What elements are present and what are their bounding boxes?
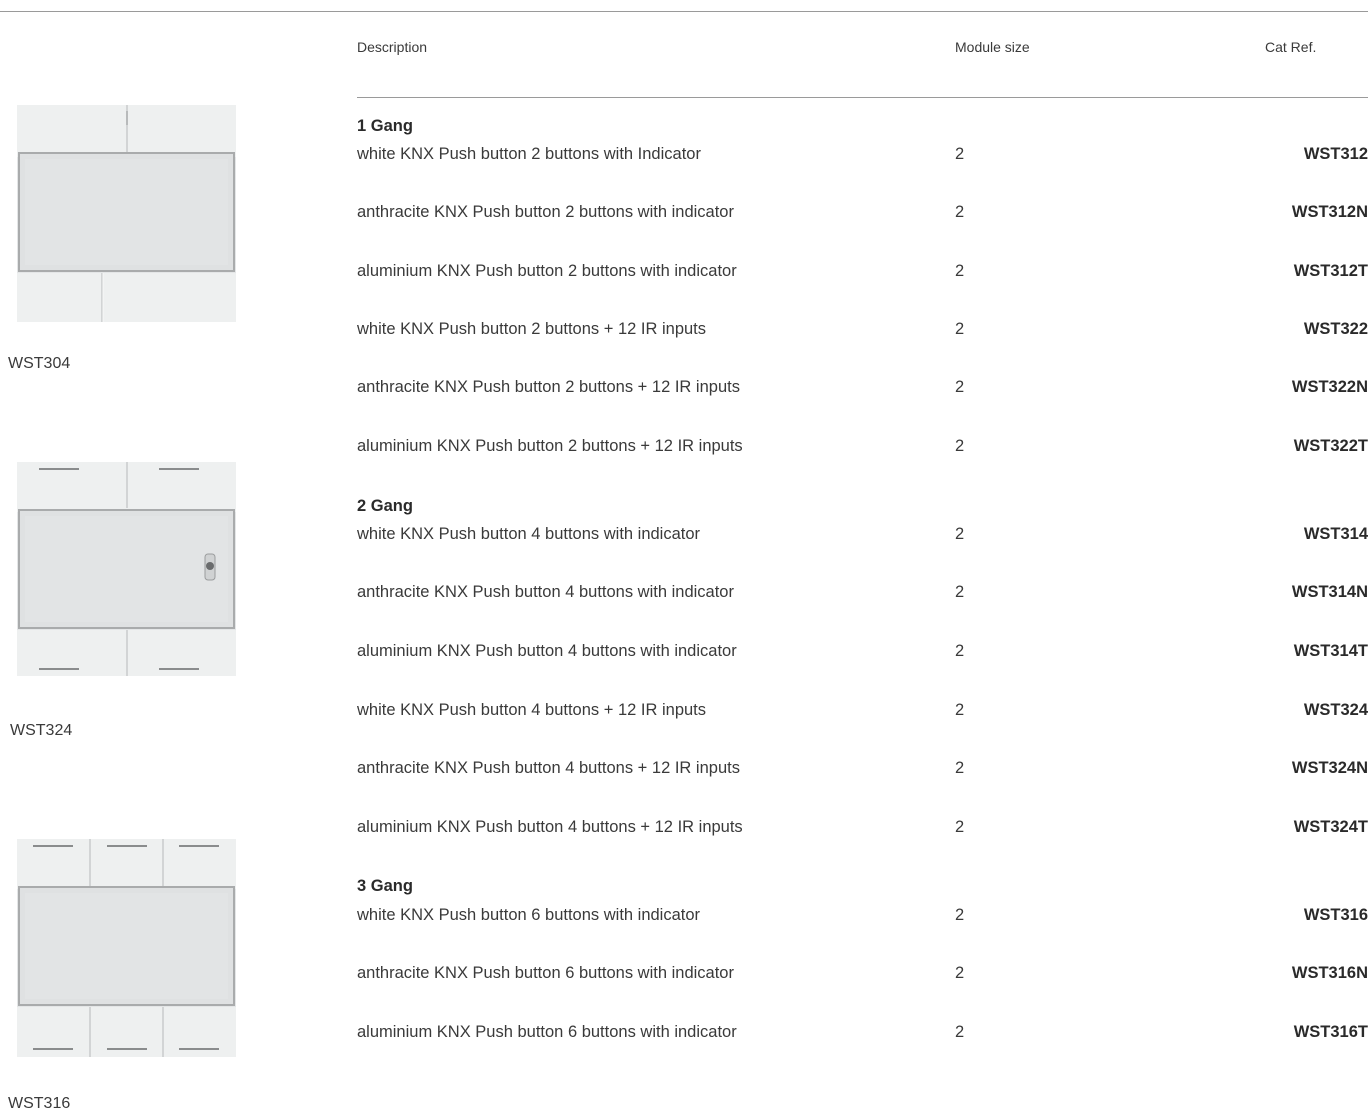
table-row: aluminium KNX Push button 2 buttons + 12… xyxy=(357,437,1368,457)
table-row: white KNX Push button 6 buttons with ind… xyxy=(357,906,1368,926)
table-row: anthracite KNX Push button 2 buttons wit… xyxy=(357,203,1368,223)
row-module-size: 2 xyxy=(955,701,965,719)
row-description: aluminium KNX Push button 2 buttons with… xyxy=(357,262,737,280)
row-cat-ref: WST316T xyxy=(1293,1023,1368,1041)
row-cat-ref: WST312N xyxy=(1291,203,1368,221)
row-cat-ref: WST324N xyxy=(1291,759,1368,777)
row-description: anthracite KNX Push button 4 buttons wit… xyxy=(357,583,734,601)
group-title-1-gang: 1 Gang xyxy=(357,117,413,135)
row-description: white KNX Push button 4 buttons with ind… xyxy=(357,525,701,543)
row-cat-ref: WST316N xyxy=(1291,964,1368,982)
top-divider xyxy=(0,11,1368,12)
row-cat-ref: WST314 xyxy=(1303,525,1368,543)
row-description: white KNX Push button 6 buttons with ind… xyxy=(357,906,701,924)
table-row: anthracite KNX Push button 2 buttons + 1… xyxy=(357,378,1368,398)
row-cat-ref: WST314T xyxy=(1293,642,1368,660)
table-row: white KNX Push button 2 buttons with Ind… xyxy=(357,145,1368,165)
row-module-size: 2 xyxy=(955,964,965,982)
push-button-4-ir-icon xyxy=(17,462,236,676)
row-description: anthracite KNX Push button 2 buttons + 1… xyxy=(357,378,740,396)
image-caption: WST304 xyxy=(8,355,71,372)
row-cat-ref: WST324T xyxy=(1293,818,1368,836)
row-cat-ref: WST312 xyxy=(1303,145,1368,163)
row-module-size: 2 xyxy=(955,642,965,660)
row-description: aluminium KNX Push button 6 buttons with… xyxy=(357,1023,737,1041)
row-module-size: 2 xyxy=(955,525,965,543)
product-image-wst316 xyxy=(17,839,236,1057)
push-button-6-icon xyxy=(17,839,236,1057)
row-description: aluminium KNX Push button 2 buttons + 12… xyxy=(357,437,743,455)
table-row: anthracite KNX Push button 4 buttons + 1… xyxy=(357,759,1368,779)
table-row: aluminium KNX Push button 4 buttons + 12… xyxy=(357,818,1368,838)
product-image-wst304 xyxy=(17,105,236,322)
table-row: anthracite KNX Push button 4 buttons wit… xyxy=(357,583,1368,603)
table-row: aluminium KNX Push button 2 buttons with… xyxy=(357,262,1368,282)
header-description: Description xyxy=(357,39,428,55)
header-cat-ref: Cat Ref. xyxy=(1265,39,1317,55)
row-cat-ref: WST316 xyxy=(1303,906,1368,924)
row-cat-ref: WST314N xyxy=(1291,583,1368,601)
header-divider xyxy=(357,97,1368,98)
image-caption: WST316 xyxy=(8,1095,71,1112)
row-description: white KNX Push button 4 buttons + 12 IR … xyxy=(357,701,707,719)
row-module-size: 2 xyxy=(955,437,965,455)
row-module-size: 2 xyxy=(955,818,965,836)
table-row: white KNX Push button 2 buttons + 12 IR … xyxy=(357,320,1368,340)
row-description: anthracite KNX Push button 2 buttons wit… xyxy=(357,203,734,221)
group-title-3-gang: 3 Gang xyxy=(357,877,413,895)
row-module-size: 2 xyxy=(955,145,965,163)
row-description: white KNX Push button 2 buttons + 12 IR … xyxy=(357,320,707,338)
row-description: anthracite KNX Push button 4 buttons + 1… xyxy=(357,759,740,777)
row-cat-ref: WST322 xyxy=(1303,320,1368,338)
row-description: white KNX Push button 2 buttons with Ind… xyxy=(357,145,701,163)
row-module-size: 2 xyxy=(955,583,965,601)
table-row: anthracite KNX Push button 6 buttons wit… xyxy=(357,964,1368,984)
row-description: aluminium KNX Push button 4 buttons + 12… xyxy=(357,818,743,836)
row-cat-ref: WST324 xyxy=(1303,701,1368,719)
row-cat-ref: WST322N xyxy=(1291,378,1368,396)
row-module-size: 2 xyxy=(955,262,965,280)
table-row: white KNX Push button 4 buttons + 12 IR … xyxy=(357,701,1368,721)
row-description: anthracite KNX Push button 6 buttons wit… xyxy=(357,964,734,982)
row-module-size: 2 xyxy=(955,906,965,924)
row-module-size: 2 xyxy=(955,378,965,396)
image-caption: WST324 xyxy=(10,722,73,739)
header-module-size: Module size xyxy=(955,39,1030,55)
row-description: aluminium KNX Push button 4 buttons with… xyxy=(357,642,737,660)
table-row: aluminium KNX Push button 6 buttons with… xyxy=(357,1023,1368,1043)
table-row: white KNX Push button 4 buttons with ind… xyxy=(357,525,1368,545)
row-cat-ref: WST322T xyxy=(1293,437,1368,455)
row-module-size: 2 xyxy=(955,203,965,221)
push-button-2-icon xyxy=(17,105,236,322)
table-row: aluminium KNX Push button 4 buttons with… xyxy=(357,642,1368,662)
row-module-size: 2 xyxy=(955,320,965,338)
row-cat-ref: WST312T xyxy=(1293,262,1368,280)
row-module-size: 2 xyxy=(955,1023,965,1041)
product-image-wst324 xyxy=(17,462,236,676)
group-title-2-gang: 2 Gang xyxy=(357,497,413,515)
row-module-size: 2 xyxy=(955,759,965,777)
